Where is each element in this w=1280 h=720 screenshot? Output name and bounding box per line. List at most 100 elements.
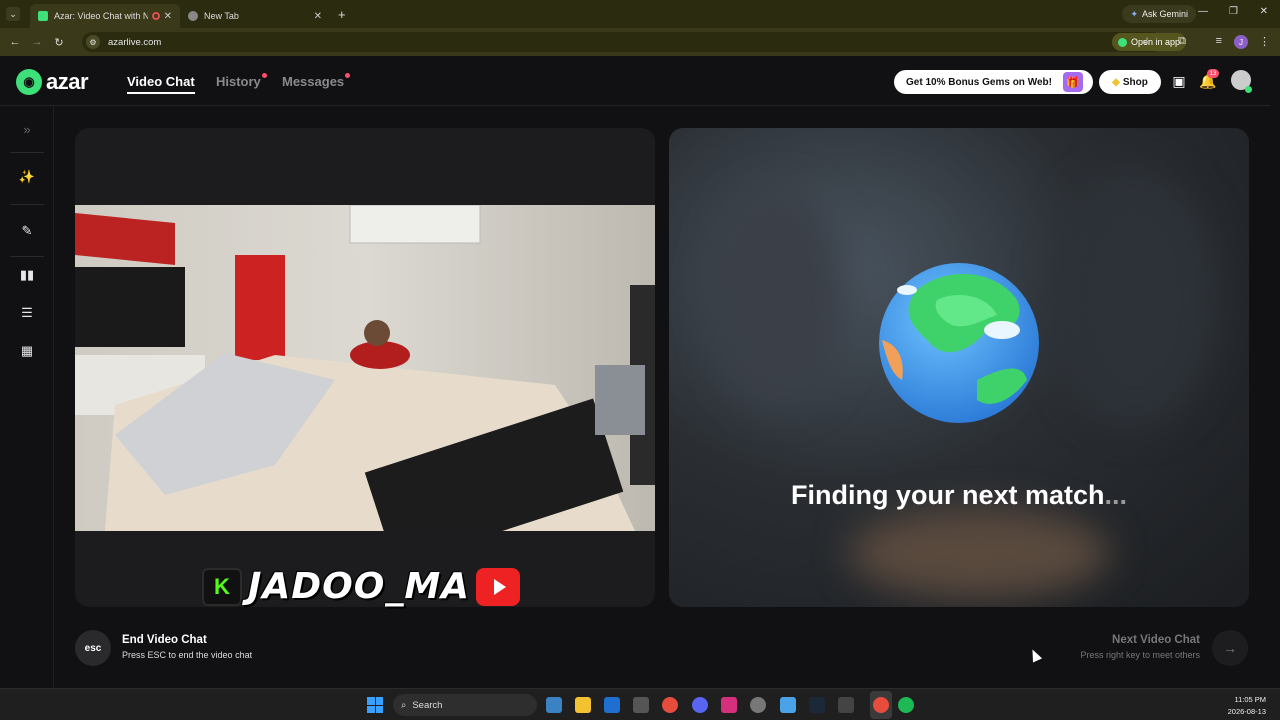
online-status-dot	[1245, 86, 1252, 93]
window-close-button[interactable]: ✕	[1260, 6, 1268, 17]
streamer-watermark: K JADOO_MA	[202, 566, 521, 607]
match-video-panel: Finding your next match...	[669, 128, 1249, 607]
bonus-gems-button[interactable]: Get 10% Bonus Gems on Web! 🎁	[894, 70, 1093, 94]
app-icon[interactable]	[838, 697, 854, 713]
left-sidebar: » ✨ ✎ ▮▮ ☰ ▦	[0, 106, 54, 688]
url-bar[interactable]: ⚙ azarlive.com	[82, 32, 1162, 52]
site-info-icon[interactable]: ⚙	[86, 35, 100, 49]
instagram-icon[interactable]	[721, 697, 737, 713]
bonus-label: Get 10% Bonus Gems on Web!	[906, 76, 1052, 88]
end-video-chat-hint: Press ESC to end the video chat	[122, 650, 253, 660]
chrome-icon[interactable]	[873, 697, 889, 713]
nav-messages[interactable]: Messages	[282, 74, 344, 89]
sidebar-divider	[10, 256, 44, 257]
sidebar-divider	[10, 152, 44, 153]
outlook-icon[interactable]	[604, 697, 620, 713]
tab-title: New Tab	[204, 11, 239, 21]
inbox-icon[interactable]: ▣	[1170, 72, 1188, 90]
notification-badge: 13	[1207, 69, 1219, 78]
reload-button[interactable]: ↻	[48, 36, 70, 49]
chrome-icon[interactable]	[662, 697, 678, 713]
app-icon[interactable]	[780, 697, 796, 713]
magic-wand-icon[interactable]: ✨	[18, 168, 36, 186]
gem-icon: ◆	[1112, 76, 1120, 88]
profile-avatar[interactable]: J	[1234, 35, 1248, 49]
windows-start-icon[interactable]	[367, 697, 383, 713]
app-header: ◉ azar Video Chat History Messages Get 1…	[0, 56, 1270, 106]
end-video-chat-title[interactable]: End Video Chat	[122, 634, 207, 646]
blurred-background	[1049, 168, 1219, 428]
maximize-button[interactable]: ❐	[1229, 6, 1238, 17]
search-icon: ⌕	[401, 699, 407, 711]
globe-icon	[188, 11, 198, 21]
steam-icon[interactable]	[809, 697, 825, 713]
nav-history[interactable]: History	[216, 74, 261, 89]
self-video-panel	[75, 128, 655, 607]
logo-text: azar	[46, 69, 89, 94]
close-icon[interactable]: ✕	[164, 11, 172, 22]
expand-icon[interactable]: »	[18, 120, 36, 138]
ask-gemini-label: Ask Gemini	[1141, 9, 1188, 19]
gift-icon: 🎁	[1063, 72, 1083, 92]
azar-favicon-icon	[38, 11, 48, 21]
layout-side-by-side-icon[interactable]: ▮▮	[18, 266, 36, 284]
tab-search-icon[interactable]: ⌄	[6, 7, 20, 21]
azar-logo[interactable]: ◉ azar	[16, 69, 89, 95]
clock-time: 11:05 PM	[1234, 695, 1266, 704]
clock-date: 2026-08-13	[1227, 707, 1266, 716]
shop-button[interactable]: ◆ Shop	[1099, 70, 1161, 94]
new-tab-button[interactable]: +	[338, 7, 346, 22]
media-icon[interactable]: ≡	[1216, 35, 1222, 47]
extensions-icon[interactable]: ⧉	[1178, 35, 1186, 48]
mouse-cursor	[1027, 647, 1043, 663]
shop-label: Shop	[1122, 76, 1148, 88]
close-icon[interactable]: ✕	[314, 11, 322, 22]
next-video-chat-title[interactable]: Next Video Chat	[1112, 634, 1200, 646]
app-icon	[1117, 37, 1127, 47]
finding-label: Finding your next match	[790, 480, 1105, 510]
back-button[interactable]: ←	[4, 36, 26, 48]
discord-icon[interactable]	[692, 697, 708, 713]
minimize-button[interactable]: —	[1198, 6, 1208, 17]
gemini-icon: ✦	[1130, 8, 1138, 19]
taskbar-clock[interactable]: 11:05 PM 2026-08-13	[1228, 694, 1266, 718]
browser-tab-bar: ⌄ Azar: Video Chat with New ✕ New Tab ✕ …	[0, 0, 1280, 28]
spotify-icon[interactable]	[898, 697, 914, 713]
sidebar-divider	[10, 204, 44, 205]
open-in-app-label: Open in app	[1130, 37, 1180, 47]
esc-label: esc	[84, 642, 102, 654]
messages-notification-dot	[345, 73, 350, 78]
youtube-logo-icon	[476, 567, 521, 606]
tab-title: Azar: Video Chat with New	[54, 11, 148, 21]
self-camera-feed	[75, 205, 655, 531]
recording-icon	[151, 12, 160, 20]
address-toolbar: ← → ↻ ⚙ azarlive.com Open in app ☆ ⧉ ≡ J…	[0, 28, 1280, 56]
bookmark-star-icon[interactable]: ☆	[1142, 35, 1152, 48]
store-icon[interactable]	[633, 697, 649, 713]
end-chat-esc-button[interactable]: esc	[75, 630, 111, 666]
taskbar-search[interactable]: ⌕ Search	[393, 694, 537, 716]
tab-new-tab[interactable]: New Tab ✕	[180, 4, 330, 28]
tab-azar[interactable]: Azar: Video Chat with New ✕	[30, 4, 180, 28]
widgets-icon[interactable]	[546, 697, 562, 713]
finding-match-text: Finding your next match...	[669, 480, 1249, 511]
search-label: Search	[412, 699, 443, 711]
edit-icon[interactable]: ✎	[18, 222, 36, 240]
profile-initial: J	[1239, 37, 1243, 47]
watermark-text: JADOO_MA	[248, 566, 471, 607]
forward-button[interactable]: →	[26, 36, 48, 48]
globe-icon	[879, 263, 1039, 423]
layout-stacked-icon[interactable]: ☰	[18, 304, 36, 322]
kick-logo-icon: K	[202, 567, 242, 606]
blurred-background	[709, 188, 849, 408]
url-text: azarlive.com	[108, 36, 162, 48]
menu-icon[interactable]: ⋮	[1259, 35, 1270, 48]
windows-taskbar: ⌕ Search 11:05 PM 2026-08-13	[0, 688, 1280, 720]
next-chat-arrow-button[interactable]: →	[1212, 630, 1248, 666]
app-icon[interactable]	[750, 697, 766, 713]
nav-video-chat[interactable]: Video Chat	[127, 74, 195, 94]
ask-gemini-button[interactable]: ✦ Ask Gemini	[1122, 5, 1196, 23]
loading-dots: ...	[1104, 480, 1128, 510]
file-explorer-icon[interactable]	[575, 697, 591, 713]
layout-grid-icon[interactable]: ▦	[18, 342, 36, 360]
